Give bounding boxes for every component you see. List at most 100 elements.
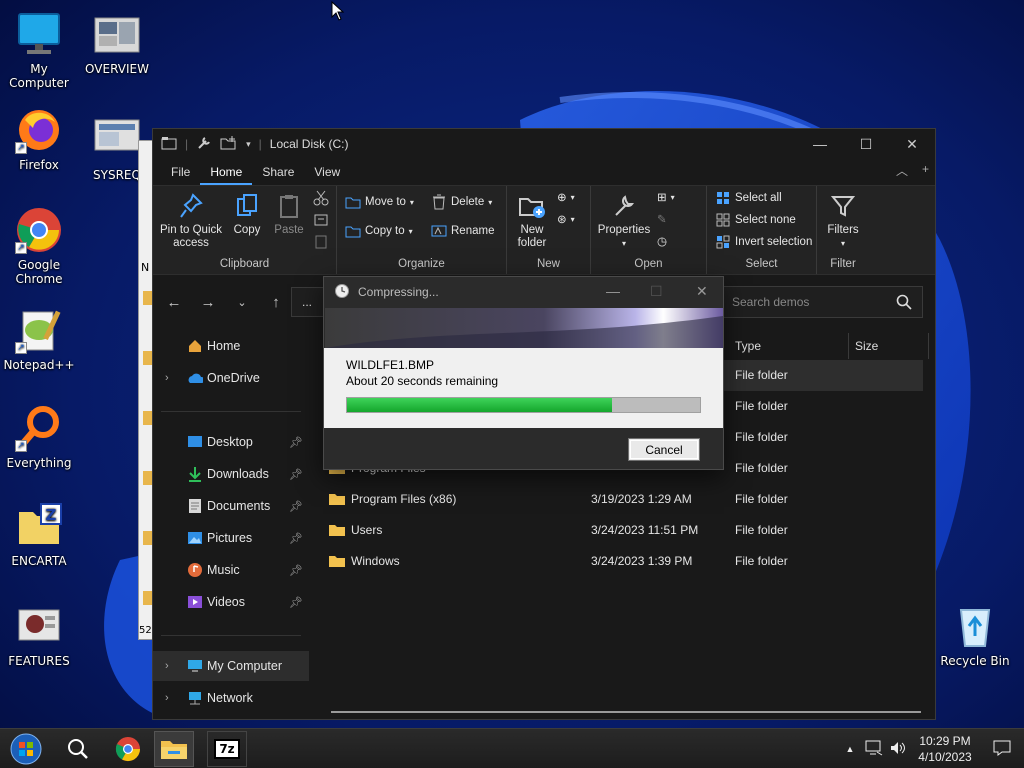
nav-item-desktop[interactable]: Desktop 📌︎: [153, 427, 309, 457]
rename-icon: [431, 223, 447, 239]
back-arrow-icon[interactable]: ←: [157, 294, 191, 311]
table-row[interactable]: Windows 3/24/2023 1:39 PM File folder: [323, 546, 923, 577]
nav-item-pictures[interactable]: Pictures 📌︎: [153, 523, 309, 553]
title-bar[interactable]: | ▾ | Local Disk (C:) — ☐ ✕: [153, 129, 935, 159]
pin-icon[interactable]: 📌︎: [289, 436, 303, 449]
column-header-size[interactable]: Size: [849, 333, 929, 359]
volume-icon[interactable]: [886, 740, 910, 759]
cut-icon[interactable]: [313, 190, 329, 206]
paste-button[interactable]: Paste: [269, 192, 309, 237]
compressing-dialog[interactable]: Compressing... — ☐ ✕ WILDLFE1.BMP About …: [323, 276, 724, 470]
maximize-button[interactable]: ☐: [650, 283, 663, 300]
invert-selection-button[interactable]: Invert selection: [715, 234, 812, 250]
select-all-button[interactable]: Select all: [715, 190, 782, 206]
delete-button[interactable]: Delete ▾: [431, 194, 492, 210]
filters-button[interactable]: Filters ▾: [819, 192, 867, 250]
nav-item-home[interactable]: Home: [153, 331, 309, 361]
desktop-icon-everything[interactable]: ↗ Everything: [0, 404, 78, 470]
desktop-icon-encarta[interactable]: Z ENCARTA: [0, 502, 78, 568]
select-none-button[interactable]: Select none: [715, 212, 796, 228]
chevron-right-icon[interactable]: ›: [165, 372, 169, 384]
desktop-icon-google-chrome[interactable]: ↗ Google Chrome: [0, 206, 78, 286]
table-row[interactable]: Program Files (x86) 3/19/2023 1:29 AM Fi…: [323, 484, 923, 515]
nav-item-downloads[interactable]: Downloads 📌︎: [153, 459, 309, 489]
navigation-pane: Home › OneDrive Desktop 📌︎ Downloads 📌︎ Do…: [153, 329, 311, 719]
rename-button[interactable]: Rename: [431, 223, 494, 239]
open-icon[interactable]: ⊞ ▾: [657, 190, 675, 204]
up-arrow-icon[interactable]: ↑: [259, 294, 293, 311]
column-header-type[interactable]: Type: [729, 333, 849, 359]
pin-icon[interactable]: 📌︎: [289, 596, 303, 609]
close-button[interactable]: ✕: [696, 283, 708, 300]
taskbar-chrome-button[interactable]: [108, 731, 148, 767]
show-hidden-icons-chevron-icon[interactable]: ▲: [838, 744, 862, 754]
properties-quick-icon[interactable]: [196, 135, 212, 154]
start-button[interactable]: [6, 731, 46, 767]
tab-home[interactable]: Home: [200, 165, 253, 185]
window-title: Local Disk (C:): [269, 137, 349, 151]
properties-button[interactable]: Properties ▾: [593, 192, 655, 250]
easy-access-icon[interactable]: ⊛ ▾: [557, 212, 575, 226]
row-date: 3/24/2023 11:51 PM: [591, 523, 699, 537]
nav-item-documents[interactable]: Documents 📌︎: [153, 491, 309, 521]
desktop-icon-firefox[interactable]: ↗ Firefox: [0, 106, 78, 172]
desktop-icon-label: OVERVIEW: [85, 62, 149, 76]
recent-locations-chevron-icon[interactable]: ⌄: [225, 296, 259, 309]
clock[interactable]: 10:29 PM 4/10/2023: [910, 733, 980, 765]
chevron-down-icon[interactable]: ▾: [246, 139, 251, 150]
copy-button[interactable]: Copy: [227, 192, 267, 237]
minimize-button[interactable]: —: [606, 283, 620, 299]
forward-arrow-icon[interactable]: →: [191, 294, 225, 311]
history-icon[interactable]: ◷: [657, 234, 667, 248]
cancel-button[interactable]: Cancel: [628, 438, 700, 461]
table-row[interactable]: Users 3/24/2023 11:51 PM File folder: [323, 515, 923, 546]
dialog-body: WILDLFE1.BMP About 20 seconds remaining: [324, 348, 723, 428]
nav-item-music[interactable]: Music 📌︎: [153, 555, 309, 585]
desktop-icon-features[interactable]: FEATURES: [0, 602, 78, 668]
new-item-icon[interactable]: ⊕ ▾: [557, 190, 575, 204]
chevron-right-icon[interactable]: ›: [165, 692, 169, 704]
taskbar-7zip-button[interactable]: 7z: [207, 731, 247, 767]
help-plus-icon[interactable]: +: [922, 162, 929, 179]
paste-shortcut-icon[interactable]: [313, 234, 329, 250]
search-button[interactable]: [58, 731, 98, 767]
pin-icon[interactable]: 📌︎: [289, 500, 303, 513]
pin-to-quick-access-button[interactable]: Pin to Quick access: [159, 192, 223, 250]
nav-item-onedrive[interactable]: › OneDrive: [153, 363, 309, 393]
bg-window-text: N: [141, 261, 150, 274]
new-folder-quick-icon[interactable]: [220, 135, 238, 154]
desktop-icon-my-computer[interactable]: My Computer: [0, 10, 78, 90]
row-type: File folder: [735, 461, 788, 475]
network-status-icon[interactable]: [862, 740, 886, 759]
search-input[interactable]: Search demos: [723, 286, 923, 318]
collapse-ribbon-icon[interactable]: ︿: [896, 162, 908, 179]
dialog-title-bar[interactable]: Compressing... — ☐ ✕: [324, 277, 723, 307]
trash-icon: [431, 194, 447, 210]
tab-share[interactable]: Share: [252, 165, 304, 185]
edit-pencil-icon[interactable]: ✎: [657, 212, 667, 226]
nav-item-network[interactable]: › Network: [153, 683, 309, 713]
new-folder-button[interactable]: New folder: [509, 192, 555, 250]
desktop-icon-overview[interactable]: OVERVIEW: [78, 10, 156, 76]
pin-icon[interactable]: 📌︎: [289, 532, 303, 545]
maximize-button[interactable]: ☐: [843, 129, 889, 159]
dialog-banner-image: [325, 308, 723, 348]
pin-icon[interactable]: 📌︎: [289, 468, 303, 481]
close-button[interactable]: ✕: [889, 129, 935, 159]
chevron-right-icon[interactable]: ›: [165, 660, 169, 672]
copy-to-button[interactable]: Copy to ▾: [345, 223, 413, 239]
taskbar-file-explorer-button[interactable]: [154, 731, 194, 767]
nav-item-videos[interactable]: Videos 📌︎: [153, 587, 309, 617]
minimize-button[interactable]: —: [797, 129, 843, 159]
tab-view[interactable]: View: [304, 165, 350, 185]
pin-icon[interactable]: 📌︎: [289, 564, 303, 577]
desktop-icon-recycle-bin[interactable]: Recycle Bin: [936, 602, 1014, 668]
desktop-icon-notepadplusplus[interactable]: ↗ Notepad++: [0, 306, 78, 372]
move-to-button[interactable]: Move to ▾: [345, 194, 414, 210]
nav-item-my-computer[interactable]: › My Computer: [153, 651, 309, 681]
horizontal-scrollbar[interactable]: [331, 711, 921, 713]
group-label: New: [536, 258, 560, 270]
notifications-icon[interactable]: [980, 740, 1024, 759]
copy-path-icon[interactable]: [313, 212, 329, 228]
tab-file[interactable]: File: [161, 165, 200, 185]
